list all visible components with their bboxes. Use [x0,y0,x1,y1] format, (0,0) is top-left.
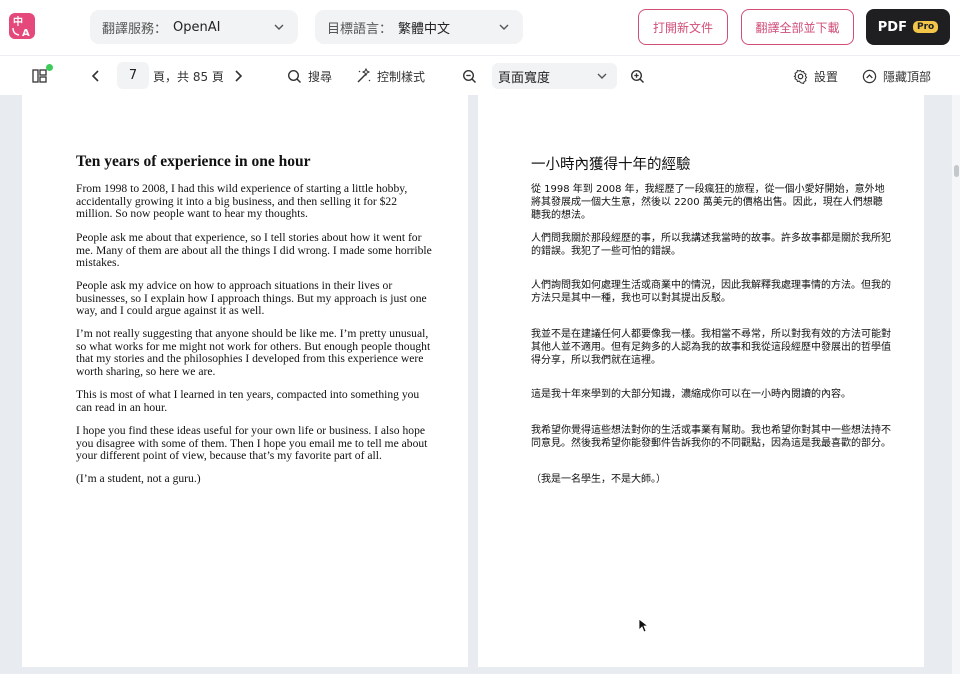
chevron-up-circle-icon [862,69,877,83]
search-button[interactable]: 搜尋 [287,56,332,96]
layout-panels-icon [32,69,47,83]
original-paragraph: (I’m a student, not a guru.) [76,472,201,485]
chevron-down-icon [597,73,607,79]
search-icon [287,69,302,83]
translated-title: 一小時內獲得十年的經驗 [531,157,691,173]
gear-icon [793,69,808,84]
translated-paragraph: （我是一名學生，不是大師。） [531,474,666,485]
original-paragraph: This is most of what I learned in ten ye… [76,388,420,414]
control-style-label: 控制樣式 [377,69,426,84]
hide-top-button[interactable]: 隱藏頂部 [862,56,931,96]
original-paragraph: From 1998 to 2008, I had this wild exper… [76,182,408,221]
hide-top-label: 隱藏頂部 [883,69,932,84]
open-new-file-button[interactable]: 打開新文件 [638,9,728,45]
zoom-out-icon [462,69,477,83]
prev-page-button[interactable] [90,56,102,96]
settings-label: 設置 [814,69,839,84]
target-language-value: 繁體中文 [398,21,451,37]
chevron-left-icon [91,70,99,82]
svg-text:A: A [22,28,30,39]
original-page: Ten years of experience in one hour From… [22,95,468,667]
zoom-out-button[interactable] [462,56,477,96]
page-number-input[interactable]: 7 [117,62,149,89]
original-paragraph: People ask my advice on how to approach … [76,279,427,318]
translated-paragraph: 從 1998 年到 2008 年，我經歷了一段瘋狂的旅程，從一個小愛好開始，意外… [531,184,885,222]
search-label: 搜尋 [308,69,333,84]
magic-wand-icon [357,68,371,83]
viewer-toolbar: 7 頁，共 85 頁 搜尋 控制樣式 頁面寬度 設置 隱藏頂部 [0,55,960,95]
vertical-scrollbar[interactable] [952,95,960,674]
target-language-select[interactable]: 目標語言： 繁體中文 [315,10,523,44]
translated-paragraph: 我並不是在建議任何人都要像我一樣。我相當不尋常，所以對我有效的方法可能對其他人並… [531,329,891,367]
zoom-value: 頁面寬度 [498,70,551,86]
translate-all-download-button[interactable]: 翻譯全部並下載 [741,9,854,45]
translation-service-select[interactable]: 翻譯服務： OpenAI [90,10,298,44]
status-dot [46,64,53,71]
target-language-label: 目標語言： [327,21,393,37]
zoom-in-button[interactable] [630,56,645,96]
sidebar-toggle-button[interactable] [32,56,48,96]
translated-paragraph: 人們問我關於那段經歷的事，所以我講述我當時的故事。許多故事都是關於我所犯的錯誤。… [531,233,891,258]
pdf-button-label: PDF [877,19,907,35]
translated-page: 一小時內獲得十年的經驗 從 1998 年到 2008 年，我經歷了一段瘋狂的旅程… [478,95,924,667]
app-header: 中 A 翻譯服務： OpenAI 目標語言： 繁體中文 打開新文件 翻譯全部並下… [0,0,960,54]
translate-logo-icon: 中 A [12,15,30,39]
translated-paragraph: 這是我十年來學到的大部分知識，濃縮成你可以在一小時內閱讀的內容。 [531,389,851,400]
next-page-button[interactable] [232,56,244,96]
original-title: Ten years of experience in one hour [76,153,311,170]
document-viewer[interactable]: Ten years of experience in one hour From… [0,95,960,674]
original-paragraph: People ask me about that experience, so … [76,231,432,270]
svg-text:中: 中 [13,15,23,28]
zoom-select[interactable]: 頁面寬度 [492,63,617,89]
pro-badge: Pro [912,21,939,33]
chevron-down-icon [499,24,509,30]
app-logo[interactable]: 中 A [9,13,35,39]
zoom-in-icon [630,69,645,83]
page-count-label: 頁，共 85 頁 [153,69,224,84]
translated-paragraph: 人們詢問我如何處理生活或商業中的情況，因此我解釋我處理事情的方法。但我的方法只是… [531,280,891,305]
chevron-right-icon [235,70,243,82]
translation-service-label: 翻譯服務： [102,21,168,37]
original-paragraph: I hope you find these ideas useful for y… [76,424,428,463]
mouse-cursor-icon [638,618,648,633]
scrollbar-thumb[interactable] [954,165,959,177]
original-paragraph: I’m not really suggesting that anyone sh… [76,327,431,378]
translation-service-value: OpenAI [173,19,221,35]
pdf-pro-button[interactable]: PDF Pro [866,9,950,45]
translated-paragraph: 我希望你覺得這些想法對你的生活或事業有幫助。我也希望你對其中一些想法持不同意見。… [531,425,891,450]
settings-button[interactable]: 設置 [793,56,838,96]
control-style-button[interactable]: 控制樣式 [356,56,425,96]
chevron-down-icon [274,24,284,30]
